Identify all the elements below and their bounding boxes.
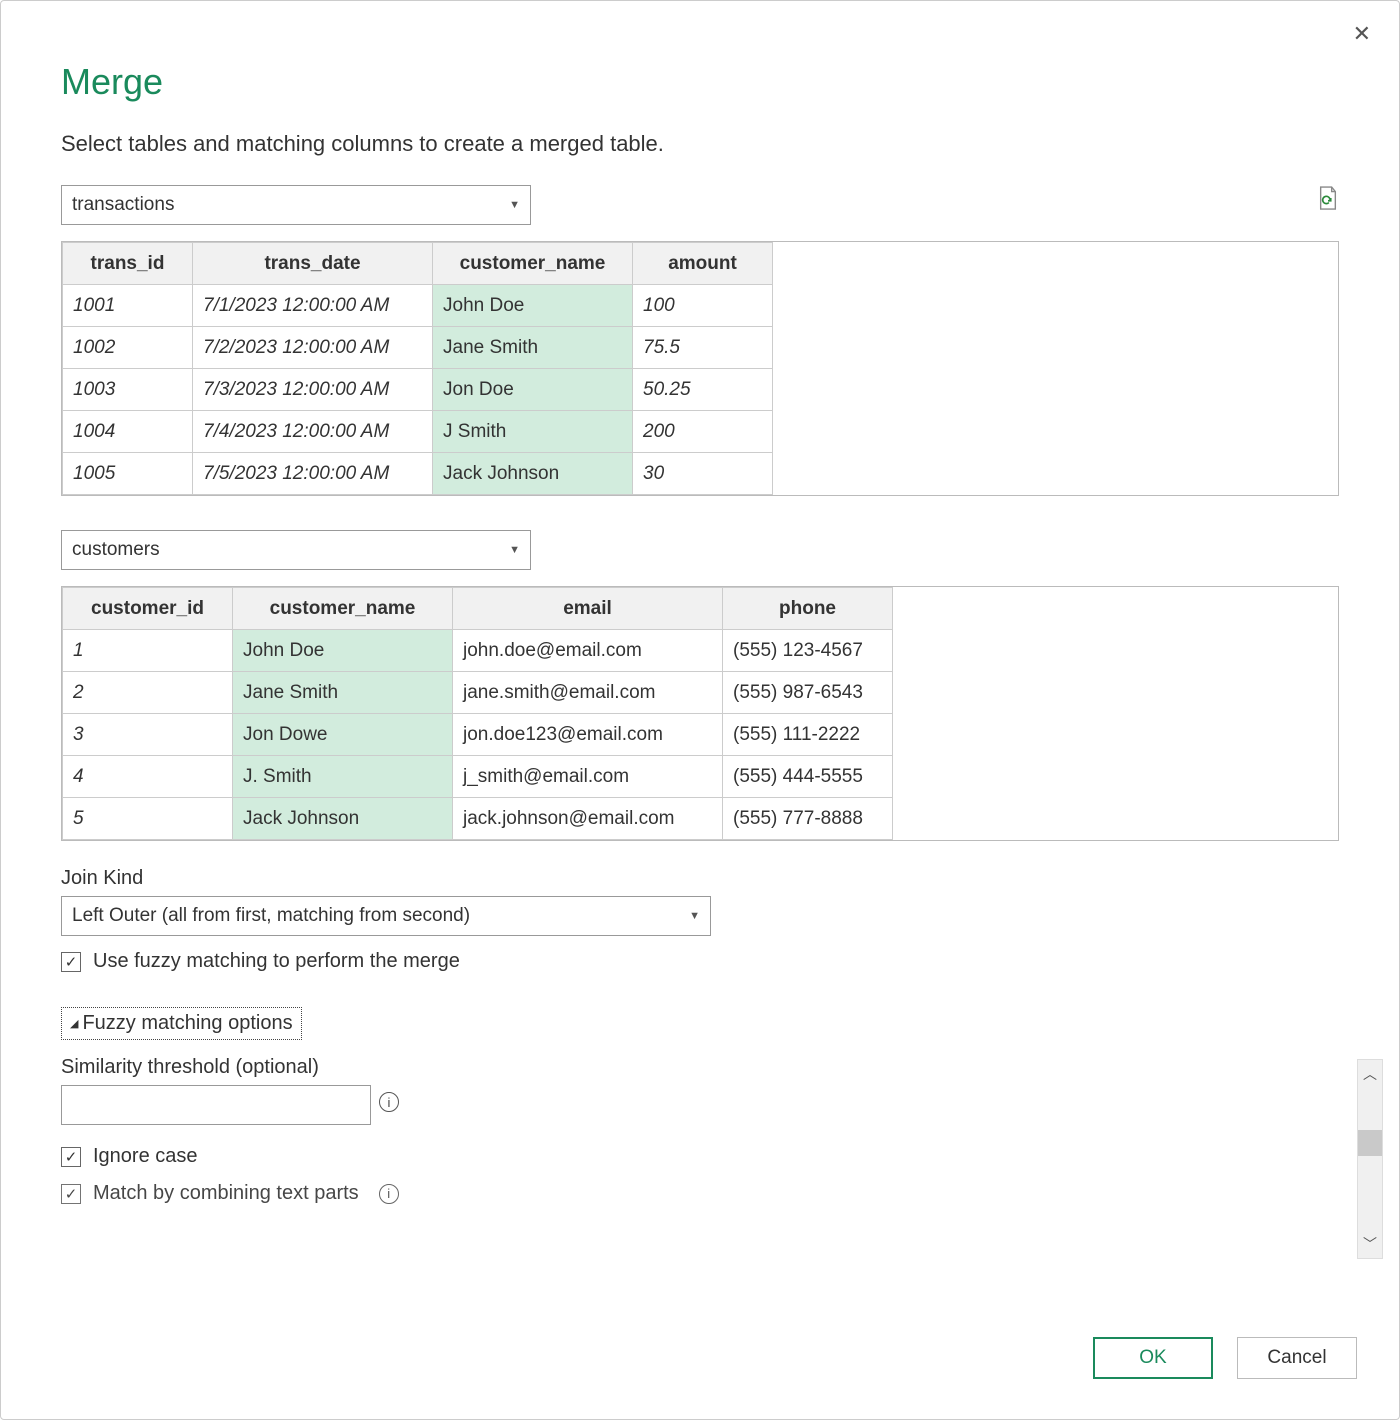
column-header[interactable]: customer_name bbox=[233, 588, 453, 630]
table-cell[interactable]: john.doe@email.com bbox=[453, 630, 723, 672]
table-cell[interactable]: 1005 bbox=[63, 453, 193, 495]
column-header[interactable]: phone bbox=[723, 588, 893, 630]
fuzzy-options-toggle[interactable]: ◢ Fuzzy matching options bbox=[61, 1007, 302, 1040]
table-cell[interactable]: 7/5/2023 12:00:00 AM bbox=[193, 453, 433, 495]
table-cell[interactable]: 4 bbox=[63, 756, 233, 798]
triangle-down-icon: ◢ bbox=[70, 1017, 78, 1030]
table-cell[interactable]: 1004 bbox=[63, 411, 193, 453]
table-cell[interactable]: John Doe bbox=[433, 285, 633, 327]
table-cell[interactable]: (555) 111-2222 bbox=[723, 714, 893, 756]
dialog-subtitle: Select tables and matching columns to cr… bbox=[61, 131, 1339, 157]
info-icon[interactable]: i bbox=[379, 1184, 399, 1204]
table-cell[interactable]: 2 bbox=[63, 672, 233, 714]
table-cell[interactable]: 1001 bbox=[63, 285, 193, 327]
dialog-title: Merge bbox=[61, 61, 1339, 103]
merge-dialog: ✕ Merge Select tables and matching colum… bbox=[0, 0, 1400, 1420]
table-row[interactable]: 1John Doejohn.doe@email.com(555) 123-456… bbox=[63, 630, 893, 672]
table-cell[interactable]: 1002 bbox=[63, 327, 193, 369]
table-cell[interactable]: Jack Johnson bbox=[233, 798, 453, 840]
table-cell[interactable]: 100 bbox=[633, 285, 773, 327]
table-cell[interactable]: J Smith bbox=[433, 411, 633, 453]
table-cell[interactable]: 75.5 bbox=[633, 327, 773, 369]
table-cell[interactable]: 1 bbox=[63, 630, 233, 672]
table-row[interactable]: 10027/2/2023 12:00:00 AMJane Smith75.5 bbox=[63, 327, 773, 369]
cancel-button[interactable]: Cancel bbox=[1237, 1337, 1357, 1379]
table-row[interactable]: 3Jon Dowejon.doe123@email.com(555) 111-2… bbox=[63, 714, 893, 756]
table-cell[interactable]: 30 bbox=[633, 453, 773, 495]
table-cell[interactable]: 1003 bbox=[63, 369, 193, 411]
threshold-input[interactable] bbox=[61, 1085, 371, 1125]
table-cell[interactable]: Jon Doe bbox=[433, 369, 633, 411]
scroll-thumb[interactable] bbox=[1358, 1130, 1382, 1156]
column-header[interactable]: trans_date bbox=[193, 243, 433, 285]
table-cell[interactable]: 3 bbox=[63, 714, 233, 756]
ok-button[interactable]: OK bbox=[1093, 1337, 1213, 1379]
table-row[interactable]: 10057/5/2023 12:00:00 AMJack Johnson30 bbox=[63, 453, 773, 495]
table-cell[interactable]: 7/3/2023 12:00:00 AM bbox=[193, 369, 433, 411]
table-cell[interactable]: 7/1/2023 12:00:00 AM bbox=[193, 285, 433, 327]
table-a-preview[interactable]: trans_idtrans_datecustomer_nameamount100… bbox=[61, 241, 1339, 496]
table-b-select[interactable]: customers ▼ bbox=[61, 530, 531, 570]
table-row[interactable]: 4J. Smithj_smith@email.com(555) 444-5555 bbox=[63, 756, 893, 798]
table-cell[interactable]: 7/4/2023 12:00:00 AM bbox=[193, 411, 433, 453]
table-row[interactable]: 10037/3/2023 12:00:00 AMJon Doe50.25 bbox=[63, 369, 773, 411]
table-cell[interactable]: j_smith@email.com bbox=[453, 756, 723, 798]
chevron-down-icon: ▼ bbox=[509, 199, 520, 211]
ignore-case-checkbox[interactable]: ✓ bbox=[61, 1147, 81, 1167]
chevron-down-icon: ▼ bbox=[509, 544, 520, 556]
chevron-down-icon: ▼ bbox=[689, 910, 700, 922]
table-cell[interactable]: 200 bbox=[633, 411, 773, 453]
scroll-down-icon[interactable]: ﹀ bbox=[1363, 1230, 1377, 1258]
table-cell[interactable]: Jane Smith bbox=[433, 327, 633, 369]
table-row[interactable]: 5Jack Johnsonjack.johnson@email.com(555)… bbox=[63, 798, 893, 840]
table-cell[interactable]: (555) 987-6543 bbox=[723, 672, 893, 714]
table-cell[interactable]: 5 bbox=[63, 798, 233, 840]
refresh-icon[interactable] bbox=[1317, 185, 1339, 211]
scroll-up-icon[interactable]: ︿ bbox=[1363, 1060, 1377, 1088]
table-cell[interactable]: (555) 123-4567 bbox=[723, 630, 893, 672]
use-fuzzy-checkbox[interactable]: ✓ bbox=[61, 952, 81, 972]
table-b-selected: customers bbox=[72, 539, 160, 561]
table-cell[interactable]: John Doe bbox=[233, 630, 453, 672]
table-row[interactable]: 10047/4/2023 12:00:00 AMJ Smith200 bbox=[63, 411, 773, 453]
table-row[interactable]: 10017/1/2023 12:00:00 AMJohn Doe100 bbox=[63, 285, 773, 327]
column-header[interactable]: email bbox=[453, 588, 723, 630]
column-header[interactable]: amount bbox=[633, 243, 773, 285]
table-cell[interactable]: 7/2/2023 12:00:00 AM bbox=[193, 327, 433, 369]
table-cell[interactable]: J. Smith bbox=[233, 756, 453, 798]
table-cell[interactable]: Jack Johnson bbox=[433, 453, 633, 495]
combine-text-label: Match by combining text parts bbox=[93, 1182, 359, 1205]
close-icon[interactable]: ✕ bbox=[1353, 21, 1371, 47]
threshold-label: Similarity threshold (optional) bbox=[61, 1056, 1339, 1079]
table-cell[interactable]: Jon Dowe bbox=[233, 714, 453, 756]
join-kind-select[interactable]: Left Outer (all from first, matching fro… bbox=[61, 896, 711, 936]
table-cell[interactable]: Jane Smith bbox=[233, 672, 453, 714]
info-icon[interactable]: i bbox=[379, 1092, 399, 1112]
table-cell[interactable]: jane.smith@email.com bbox=[453, 672, 723, 714]
column-header[interactable]: customer_id bbox=[63, 588, 233, 630]
table-cell[interactable]: 50.25 bbox=[633, 369, 773, 411]
fade-overlay bbox=[61, 1249, 1339, 1289]
table-a-selected: transactions bbox=[72, 194, 174, 216]
table-cell[interactable]: (555) 444-5555 bbox=[723, 756, 893, 798]
column-header[interactable]: trans_id bbox=[63, 243, 193, 285]
table-b-preview[interactable]: customer_idcustomer_nameemailphone1John … bbox=[61, 586, 1339, 841]
combine-text-checkbox[interactable]: ✓ bbox=[61, 1184, 81, 1204]
table-a-select[interactable]: transactions ▼ bbox=[61, 185, 531, 225]
use-fuzzy-label: Use fuzzy matching to perform the merge bbox=[93, 950, 460, 973]
table-cell[interactable]: jon.doe123@email.com bbox=[453, 714, 723, 756]
options-scrollbar[interactable]: ︿ ﹀ bbox=[1357, 1059, 1383, 1259]
join-kind-selected: Left Outer (all from first, matching fro… bbox=[72, 905, 470, 927]
table-cell[interactable]: jack.johnson@email.com bbox=[453, 798, 723, 840]
table-cell[interactable]: (555) 777-8888 bbox=[723, 798, 893, 840]
join-kind-label: Join Kind bbox=[61, 867, 1339, 890]
ignore-case-label: Ignore case bbox=[93, 1145, 198, 1168]
table-row[interactable]: 2Jane Smithjane.smith@email.com(555) 987… bbox=[63, 672, 893, 714]
fuzzy-options-label: Fuzzy matching options bbox=[82, 1012, 292, 1035]
column-header[interactable]: customer_name bbox=[433, 243, 633, 285]
